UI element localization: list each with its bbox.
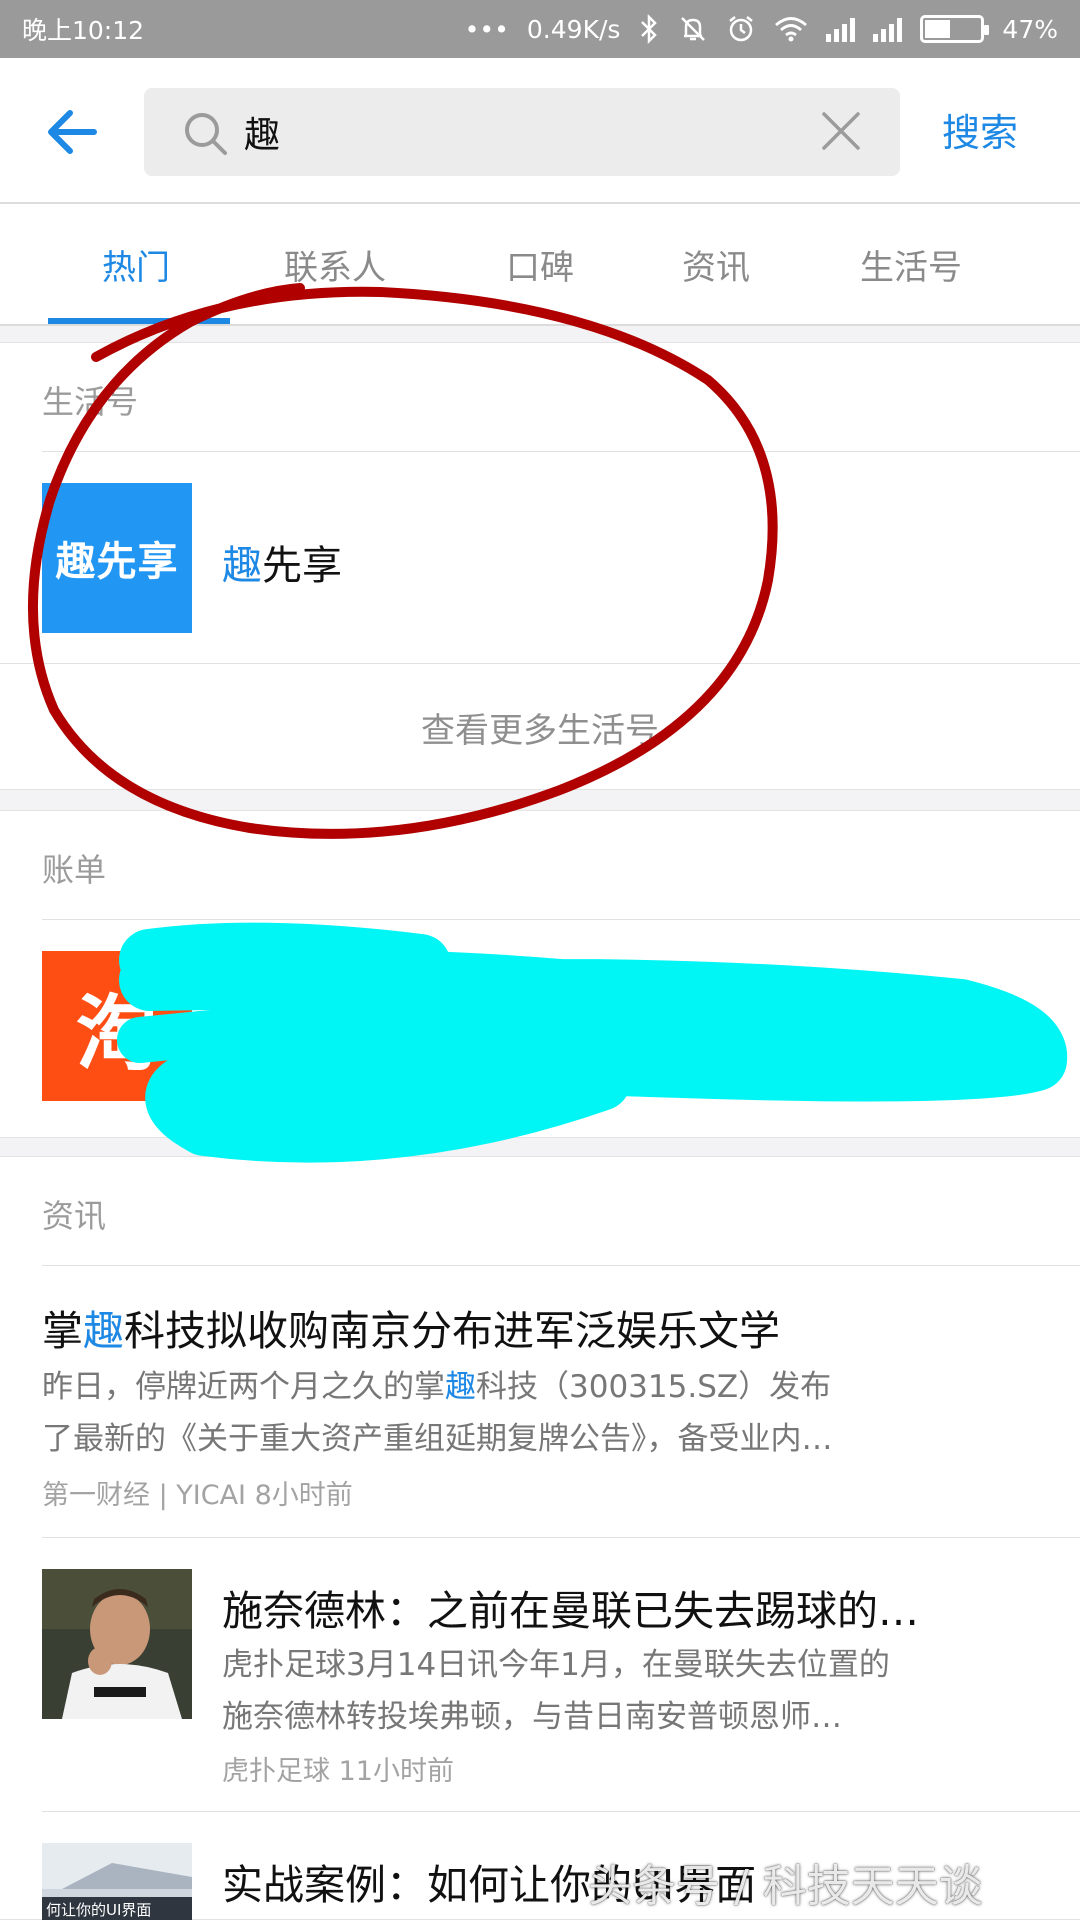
battery-icon <box>920 15 990 43</box>
divider <box>42 451 1080 452</box>
tab-news[interactable]: 资讯 <box>682 240 750 289</box>
name-rest: 先享 <box>262 543 342 589</box>
back-arrow-icon[interactable] <box>44 104 100 160</box>
search-header: 搜索 <box>0 58 1080 204</box>
status-time: 晚上10:12 <box>22 16 145 45</box>
life-account-name[interactable]: 趣先享 <box>222 533 342 591</box>
tab-active-indicator <box>48 318 230 324</box>
tab-hot[interactable]: 热门 <box>102 240 170 289</box>
life-account-section: 生活号 趣先享 趣先享 查看更多生活号 <box>0 342 1080 790</box>
net-speed: 0.49K/s <box>526 14 621 44</box>
tab-koubei[interactable]: 口碑 <box>506 240 574 289</box>
news-summary: 昨日，停牌近两个月之久的掌趣科技（300315.SZ）发布 了最新的《关于重大资… <box>42 1361 1002 1465</box>
summary-line: 昨日，停牌近两个月之久的掌趣科技（300315.SZ）发布 <box>42 1361 1002 1413</box>
news-meta: 第一财经 | YICAI 8小时前 <box>42 1480 353 1511</box>
summary-part: 科技（300315.SZ）发布 <box>476 1369 832 1405</box>
section-title: 资讯 <box>42 1197 107 1235</box>
clear-icon[interactable] <box>820 110 862 152</box>
search-input[interactable] <box>244 108 744 156</box>
news-title: 掌趣科技拟收购南京分布进军泛娱乐文学 <box>42 1297 1042 1357</box>
news-meta: 虎扑足球 11小时前 <box>222 1756 454 1787</box>
bill-section: 账单 淘 <box>0 810 1080 1138</box>
search-icon <box>185 113 227 155</box>
tab-contacts[interactable]: 联系人 <box>284 240 386 289</box>
section-title: 生活号 <box>42 383 139 421</box>
summary-highlight: 趣 <box>445 1369 476 1405</box>
section-title: 账单 <box>42 851 107 889</box>
more-life-accounts-link[interactable]: 查看更多生活号 <box>0 703 1080 752</box>
divider <box>42 919 1080 920</box>
bluetooth-icon <box>641 14 658 44</box>
name-highlight: 趣 <box>222 543 262 589</box>
divider <box>42 1537 1080 1538</box>
mute-bell-icon <box>681 17 706 41</box>
title-highlight: 趣 <box>83 1307 124 1355</box>
summary-line: 虎扑足球3月14日讯今年1月，在曼联失去位置的 <box>222 1647 890 1683</box>
divider <box>0 663 1080 664</box>
wifi-icon <box>775 17 808 42</box>
title-part: 科技拟收购南京分布进军泛娱乐文学 <box>124 1307 780 1355</box>
news-thumbnail <box>42 1569 192 1719</box>
news-thumbnail: 何让你的UI界面 <box>42 1843 192 1920</box>
tab-bar: 热门 联系人 口碑 资讯 生活号 <box>0 204 1080 326</box>
qxx-logo: 趣先享 <box>42 483 192 633</box>
status-icons: ••• 0.49K/s 47% <box>465 14 1058 44</box>
battery-percent: 47% <box>1002 14 1058 44</box>
title-part: 掌 <box>42 1307 83 1355</box>
summary-line: 施奈德林转投埃弗顿，与昔日南安普顿恩师… <box>222 1699 842 1735</box>
more-dots: ••• <box>464 14 509 44</box>
divider <box>42 1265 1080 1266</box>
signal-icon <box>826 16 856 42</box>
taobao-logo[interactable]: 淘 <box>42 951 192 1101</box>
search-box[interactable] <box>144 88 900 176</box>
watermark: 头条号 / 科技天天谈 <box>588 1861 983 1912</box>
news-title: 施奈德林：之前在曼联已失去踢球的… <box>222 1587 919 1635</box>
news-section: 资讯 掌趣科技拟收购南京分布进军泛娱乐文学 昨日，停牌近两个月之久的掌趣科技（3… <box>0 1156 1080 1920</box>
status-bar: 晚上10:12 ••• 0.49K/s 47% <box>0 0 1080 58</box>
divider <box>42 1811 1080 1812</box>
tab-life-accounts[interactable]: 生活号 <box>860 240 962 289</box>
thumb-caption: 何让你的UI界面 <box>46 1901 152 1919</box>
news-summary: 虎扑足球3月14日讯今年1月，在曼联失去位置的 施奈德林转投埃弗顿，与昔日南安普… <box>222 1639 1002 1743</box>
alarm-icon <box>729 16 754 42</box>
summary-part: 昨日，停牌近两个月之久的掌 <box>42 1369 445 1405</box>
search-button[interactable]: 搜索 <box>942 102 1018 157</box>
summary-line: 了最新的《关于重大资产重组延期复牌公告》，备受业内… <box>42 1421 833 1457</box>
signal-icon <box>873 16 903 42</box>
